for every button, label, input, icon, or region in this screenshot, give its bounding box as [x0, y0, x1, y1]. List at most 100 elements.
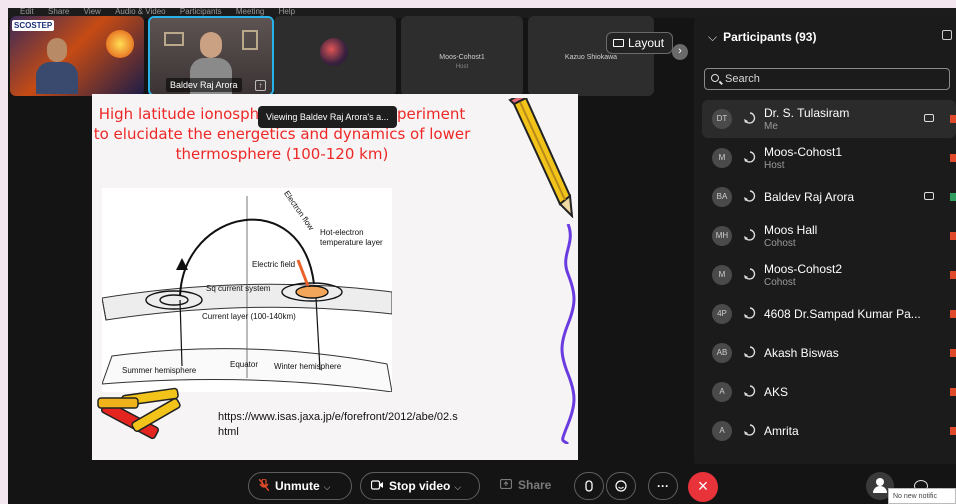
- strip-next-button[interactable]: ›: [672, 44, 688, 60]
- menu-item-view[interactable]: View: [84, 8, 101, 16]
- video-tile-kazuo[interactable]: Kazuo Shiokawa: [528, 16, 654, 96]
- muted-mic-icon: [258, 478, 270, 492]
- avatar: M: [712, 148, 732, 168]
- participant-row[interactable]: AB Akash Biswas: [694, 334, 956, 372]
- label-sq-current: Sq current system: [206, 284, 271, 293]
- participants-count-label: Participants (93): [723, 30, 817, 44]
- search-icon: [711, 74, 719, 82]
- tile-role-label: Host: [455, 64, 469, 70]
- meeting-window: Edit Share View Audio & Video Participan…: [0, 0, 956, 504]
- shared-slide: High latitude ionospheric – magnetic exp…: [92, 94, 578, 460]
- participant-row[interactable]: BA Baldev Raj Arora: [694, 178, 956, 216]
- mic-status-icon[interactable]: [950, 307, 956, 321]
- avatar: MH: [712, 226, 732, 246]
- slide-source-url: https://www.isas.jaxa.jp/e/forefront/201…: [218, 411, 458, 438]
- label-current-layer: Current layer (100-140km): [202, 312, 296, 321]
- pencil-clipart: [508, 98, 574, 218]
- mic-status-icon[interactable]: [950, 151, 956, 165]
- chevron-down-icon[interactable]: ⌵: [454, 482, 461, 492]
- audio-status-icon: [744, 268, 756, 280]
- menu-item-edit[interactable]: Edit: [20, 8, 34, 16]
- participant-row[interactable]: A Amrita: [694, 412, 956, 450]
- search-input[interactable]: [725, 71, 945, 87]
- mic-status-icon[interactable]: [950, 229, 956, 243]
- participant-video: [200, 32, 222, 58]
- mic-status-icon[interactable]: [950, 385, 956, 399]
- mic-status-icon[interactable]: [950, 190, 956, 204]
- share-screen-icon: [499, 478, 513, 490]
- reactions-button[interactable]: [606, 472, 636, 500]
- label-electric-field: Electric field: [252, 260, 296, 269]
- participants-panel: ⌵ Participants (93) DT Dr. S. TulasiramMe M…: [694, 16, 956, 466]
- unmute-button[interactable]: Unmute ⌵: [248, 472, 352, 500]
- audio-status-icon: [744, 307, 756, 319]
- video-tile-baldev[interactable]: Baldev Raj Arora ↑: [148, 16, 274, 96]
- video-tile-moos-cohost1[interactable]: Moos-Cohost1 Host: [401, 16, 523, 96]
- meeting-frame: Edit Share View Audio & Video Participan…: [8, 8, 956, 504]
- thermosphere-diagram: Electron flow Hot-electron temperature l…: [102, 188, 392, 392]
- stop-video-button[interactable]: Stop video ⌵: [360, 472, 480, 500]
- tile-options-icon[interactable]: ↑: [255, 80, 266, 91]
- video-tile-presenter[interactable]: SCOSTEP: [10, 16, 144, 96]
- end-call-button[interactable]: ×: [688, 472, 718, 502]
- mic-status-icon[interactable]: [950, 112, 956, 126]
- avatar: BA: [712, 187, 732, 207]
- mic-status-icon[interactable]: [950, 268, 956, 282]
- emoji-icon: [615, 480, 627, 492]
- crayons-clipart: [97, 387, 181, 440]
- participant-row[interactable]: 4P 4608 Dr.Sampad Kumar Pa...: [694, 295, 956, 333]
- raise-hand-button[interactable]: [574, 472, 604, 500]
- avatar: A: [712, 421, 732, 441]
- menu-item-help[interactable]: Help: [279, 8, 295, 16]
- participant-name: Moos Hall: [764, 223, 818, 237]
- tile-name-label: Kazuo Shiokawa: [564, 54, 618, 61]
- label-equator: Equator: [230, 360, 259, 369]
- mic-status-icon[interactable]: [950, 424, 956, 438]
- more-options-button[interactable]: ···: [648, 472, 678, 500]
- audio-status-icon: [744, 151, 756, 163]
- avatar: AB: [712, 343, 732, 363]
- share-button[interactable]: Share: [490, 472, 568, 500]
- chevron-down-icon[interactable]: ⌵: [324, 482, 331, 492]
- audio-status-icon: [744, 229, 756, 241]
- participant-role: Me: [764, 121, 778, 132]
- label-winter-hemisphere: Winter hemisphere: [274, 362, 342, 371]
- menu-item-share[interactable]: Share: [48, 8, 69, 16]
- label-summer-hemisphere: Summer hemisphere: [122, 366, 197, 375]
- layout-icon: [613, 39, 624, 47]
- avatar: [320, 38, 348, 66]
- camera-icon: [924, 192, 934, 200]
- video-tile-avatar[interactable]: [274, 16, 396, 96]
- menu-item-participants[interactable]: Participants: [180, 8, 222, 16]
- menu-item-audio-video[interactable]: Audio & Video: [115, 8, 166, 16]
- popout-icon[interactable]: [942, 30, 952, 40]
- squiggle-clipart: [560, 224, 576, 444]
- camera-icon: [370, 480, 383, 490]
- participant-row[interactable]: A AKS: [694, 373, 956, 411]
- participant-name: Akash Biswas: [764, 346, 839, 360]
- participant-role: Host: [764, 160, 785, 171]
- mic-status-icon[interactable]: [950, 346, 956, 360]
- tile-name-label: Baldev Raj Arora: [166, 78, 242, 92]
- chevron-down-icon[interactable]: ⌵: [708, 30, 717, 45]
- participant-row[interactable]: M Moos-Cohost2 Cohost: [694, 256, 956, 294]
- participant-row[interactable]: MH Moos Hall Cohost: [694, 217, 956, 255]
- participant-search[interactable]: [704, 68, 950, 90]
- audio-status-icon: [744, 190, 756, 202]
- menu-item-meeting[interactable]: Meeting: [236, 8, 264, 16]
- stop-video-label: Stop video: [389, 479, 451, 493]
- person-icon: [876, 478, 884, 486]
- avatar: 4P: [712, 304, 732, 324]
- participant-role: Cohost: [764, 238, 796, 249]
- participant-row[interactable]: DT Dr. S. Tulasiram Me: [702, 100, 956, 138]
- participants-title[interactable]: ⌵ Participants (93): [708, 30, 816, 45]
- participant-name: AKS: [764, 385, 789, 399]
- avatar: A: [712, 382, 732, 402]
- participant-name: Amrita: [764, 424, 799, 438]
- participant-row[interactable]: M Moos-Cohost1 Host: [694, 139, 956, 177]
- scostep-logo: SCOSTEP: [12, 20, 55, 31]
- participant-name: Dr. S. Tulasiram: [764, 106, 850, 120]
- hand-icon: [585, 480, 593, 492]
- layout-button[interactable]: Layout: [606, 32, 674, 54]
- sun-graphic: [106, 30, 134, 58]
